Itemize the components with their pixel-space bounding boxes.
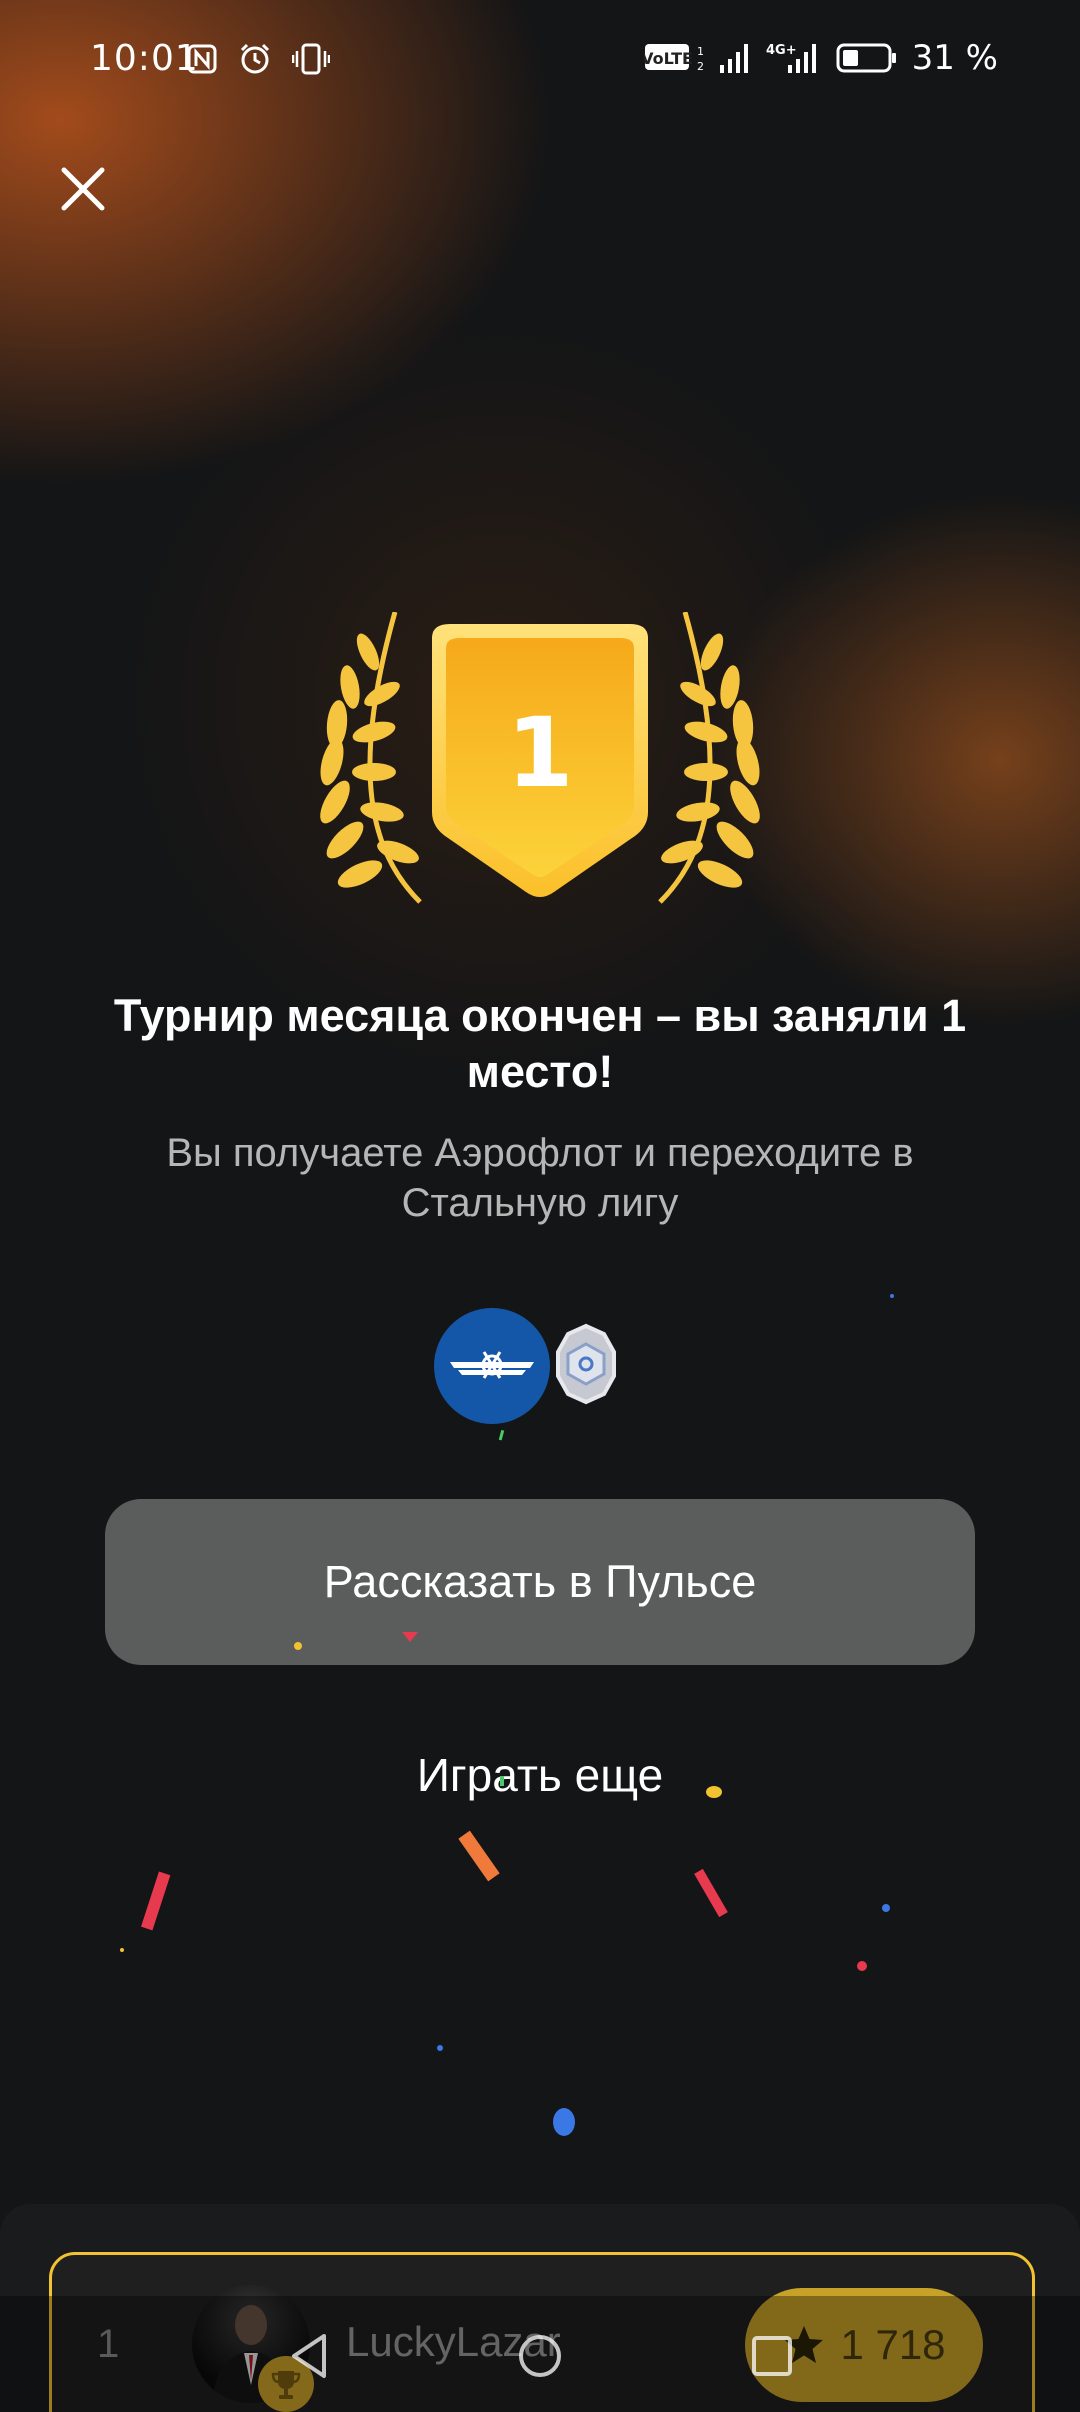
svg-text:4G+: 4G+: [766, 43, 797, 58]
nfc-icon: [187, 44, 217, 74]
status-bar: 10:01 VoLTE 1 2 4G+ 31 %: [0, 0, 1080, 120]
battery-icon: [836, 43, 896, 73]
place-number: 1: [506, 697, 574, 809]
svg-text:1: 1: [697, 45, 704, 58]
alarm-icon: [240, 43, 270, 74]
signal-icon: [719, 44, 748, 73]
4g-signal-icon: 4G+: [766, 43, 816, 73]
reward-icons: [432, 1304, 632, 1434]
recents-square-icon: [752, 2336, 792, 2376]
close-icon: [61, 167, 105, 211]
nav-home-button[interactable]: [510, 2326, 570, 2386]
volte-icon: VoLTE 1 2: [644, 44, 704, 73]
status-icons-right: VoLTE 1 2 4G+ 31 %: [644, 38, 998, 78]
status-time: 10:01: [90, 38, 199, 79]
nav-recents-button[interactable]: [742, 2326, 802, 2386]
share-in-pulse-button[interactable]: Рассказать в Пульсе: [105, 1499, 975, 1665]
system-navigation-bar: [0, 2296, 1080, 2412]
aeroflot-logo-icon: [434, 1308, 550, 1424]
play-again-button[interactable]: Играть еще: [340, 1748, 740, 1802]
status-icons-left: [186, 42, 330, 76]
steel-league-badge-icon: [556, 1323, 616, 1405]
close-button[interactable]: [58, 164, 108, 214]
place-badge: 1: [310, 611, 770, 912]
vibrate-icon: [292, 43, 330, 75]
result-headline: Турнир месяца окончен – вы заняли 1 мест…: [113, 990, 967, 1097]
svg-text:2: 2: [697, 60, 704, 73]
nav-back-button[interactable]: [280, 2326, 340, 2386]
home-circle-icon: [519, 2335, 561, 2377]
battery-percent: 31 %: [911, 38, 998, 78]
result-subline: Вы получаете Аэрофлот и переходите в Ста…: [166, 1131, 914, 1225]
back-triangle-icon: [292, 2334, 326, 2378]
svg-text:VoLTE: VoLTE: [644, 49, 693, 68]
